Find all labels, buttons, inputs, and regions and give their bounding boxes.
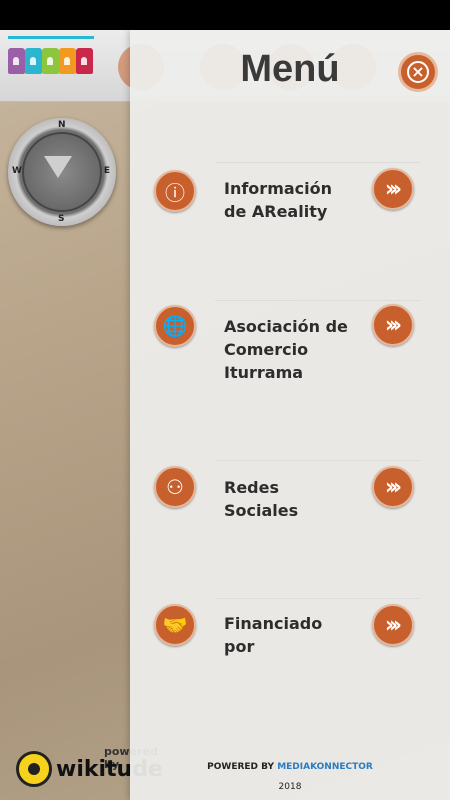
app-logo [8, 36, 94, 78]
compass-north: N [58, 120, 66, 130]
menu-item-label: Financiado por [224, 614, 323, 656]
menu-item-asociacion[interactable]: 🌐 Asociación de Comercio Iturrama ››› [150, 300, 420, 392]
close-button[interactable]: × [398, 52, 438, 92]
menu-item-areality-info[interactable]: ⓘ Información de AReality ››› [150, 162, 420, 254]
status-bar [0, 0, 450, 30]
go-button[interactable]: ››› [372, 304, 414, 346]
go-button[interactable]: ››› [372, 604, 414, 646]
globe-hand-icon: 🌐 [154, 305, 196, 347]
menu-item-label: Asociación de Comercio Iturrama [224, 317, 348, 382]
radar-compass: N E S W [8, 118, 116, 226]
menu-item-label: Redes Sociales [224, 478, 299, 520]
compass-east: E [103, 166, 110, 176]
double-chevron-right-icon: ››› [384, 176, 402, 202]
footer-year: 2018 [278, 782, 302, 792]
handshake-icon: 🤝 [154, 604, 196, 646]
close-icon: × [407, 61, 429, 83]
powered-footer: POWERED BY MEDIAKONNECTOR 2018 [130, 762, 450, 792]
menu-item-redes-sociales[interactable]: ⚇ Redes Sociales ››› [150, 460, 420, 552]
go-button[interactable]: ››› [372, 466, 414, 508]
menu-item-label: Información de AReality [224, 179, 333, 221]
double-chevron-right-icon: ››› [384, 612, 402, 638]
info-person-icon: ⓘ [154, 170, 196, 212]
go-button[interactable]: ››› [372, 168, 414, 210]
wikitude-eye-icon [16, 751, 52, 787]
powered-by-text: POWERED BY MEDIAKONNECTOR [130, 762, 450, 772]
double-chevron-right-icon: ››› [384, 312, 402, 338]
compass-west: W [12, 166, 22, 176]
mediakonnector-brand: MEDIAKONNECTOR [277, 762, 373, 772]
powered-by-prefix: POWERED BY [207, 762, 275, 772]
double-chevron-right-icon: ››› [384, 474, 402, 500]
social-network-icon: ⚇ [154, 466, 196, 508]
menu-panel: Menú × ⓘ Información de AReality ››› 🌐 A… [130, 30, 450, 800]
menu-item-financiado[interactable]: 🤝 Financiado por ››› [150, 598, 420, 690]
compass-south: S [58, 214, 65, 224]
